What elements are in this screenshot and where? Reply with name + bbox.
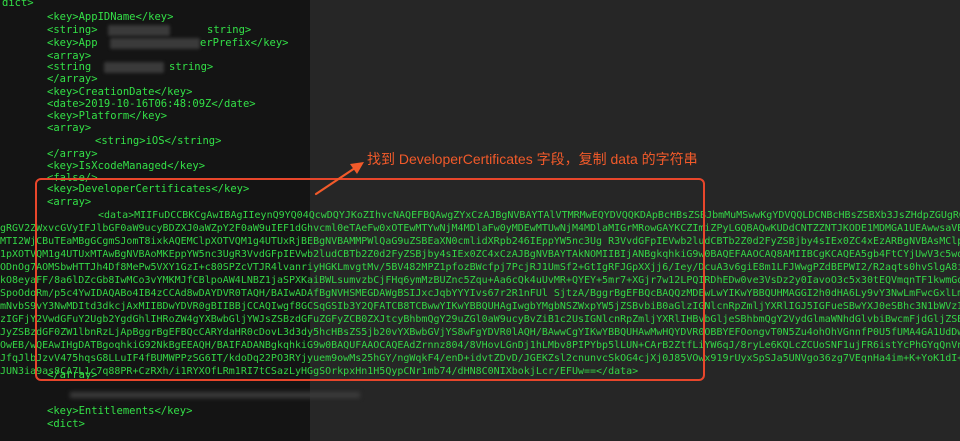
redacted-value — [108, 25, 170, 36]
code-line-key-app-prefix: <key>App — [47, 37, 98, 49]
redacted-value — [110, 38, 200, 49]
code-line-key-entitlements: <key>Entitlements</key> — [47, 405, 193, 417]
code-line-array-open-2: <array> — [47, 122, 92, 134]
code-line-string-2-tail: string> — [169, 61, 214, 73]
code-line-dict: dict> — [2, 0, 34, 9]
code-line-dict-open: <dict> — [47, 418, 85, 430]
terminal-window: dict> <key>AppIDName</key> <string> stri… — [0, 0, 960, 441]
blurred-text — [70, 392, 360, 398]
code-line-key-app-prefix-tail: erPrefix</key> — [200, 37, 289, 49]
code-line-string-ios: <string>iOS</string> — [95, 135, 222, 147]
highlight-box — [35, 178, 705, 381]
code-line-string-1: <string> — [47, 24, 98, 36]
code-line-string-1-tail: string> — [207, 24, 252, 36]
code-line-array-close-1: </array> — [47, 73, 98, 85]
annotation-text: 找到 DeveloperCertificates 字段，复制 data 的字符串 — [367, 151, 698, 167]
code-line-key-appidname: <key>AppIDName</key> — [47, 11, 174, 23]
redacted-value — [104, 62, 164, 73]
